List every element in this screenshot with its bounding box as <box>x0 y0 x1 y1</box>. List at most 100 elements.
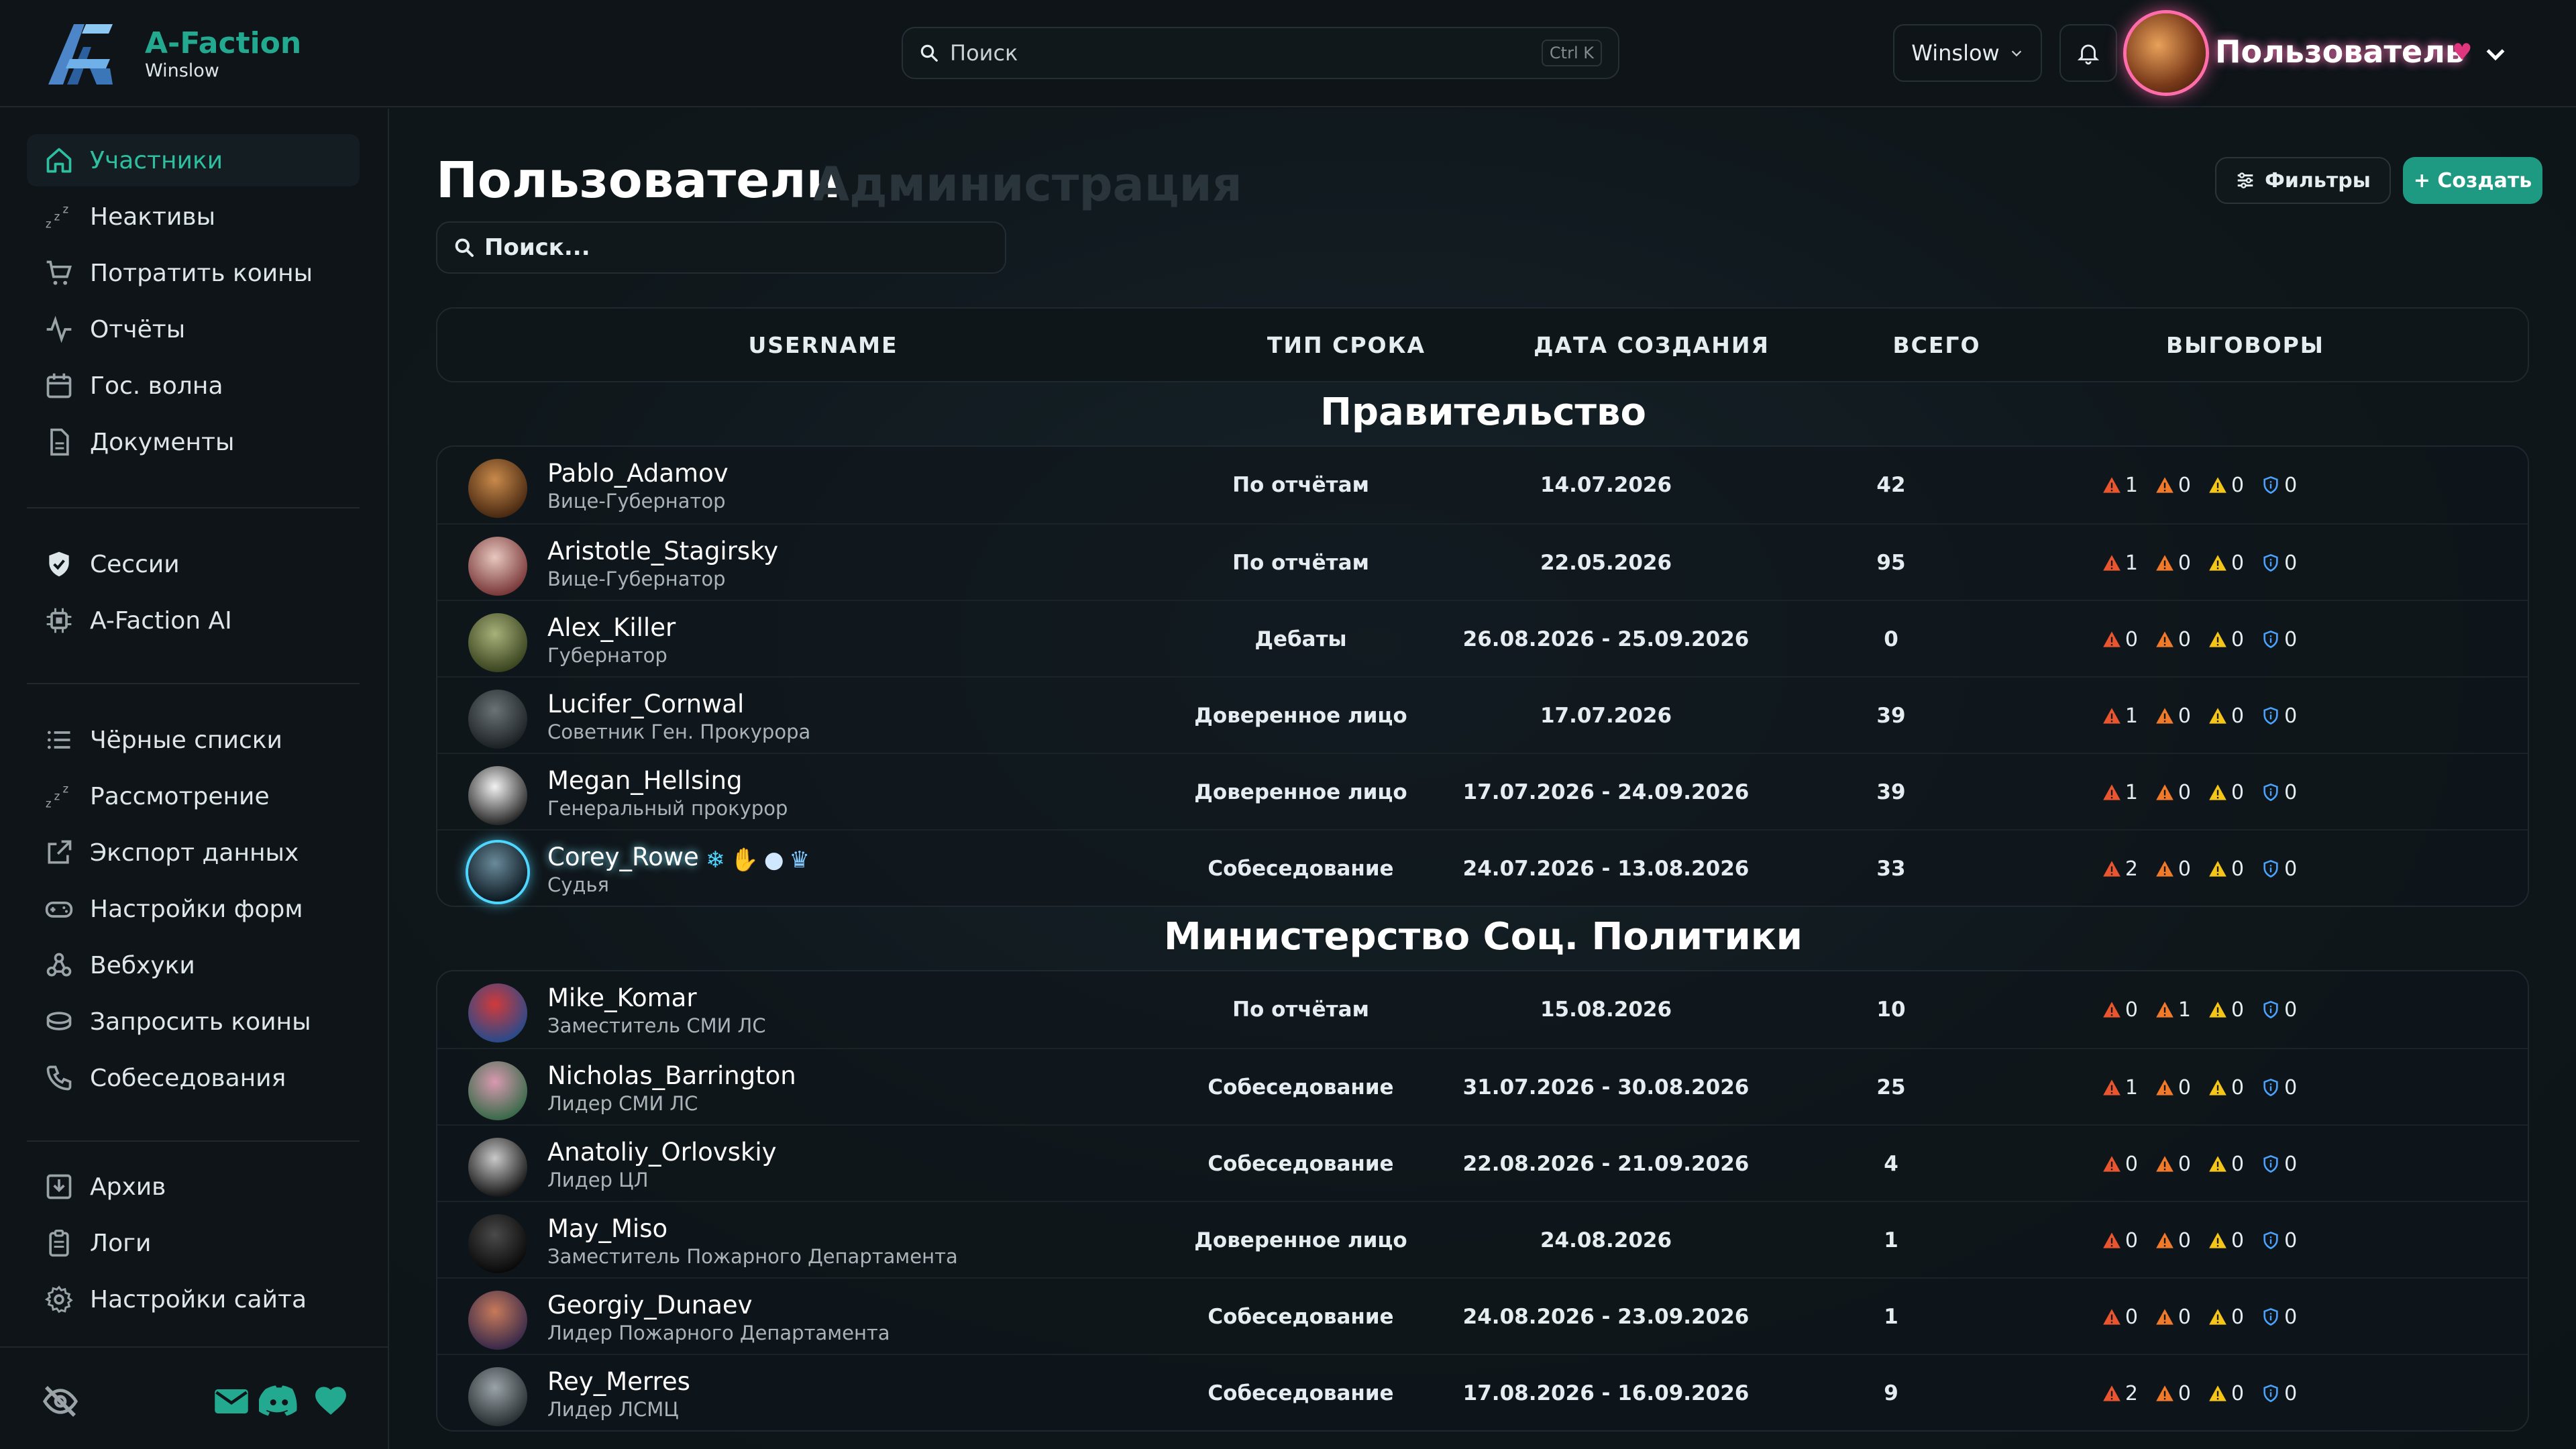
sidebar-item-group3-6[interactable]: Собеседования <box>27 1052 360 1104</box>
member-name[interactable]: Alex_Killer <box>547 613 676 642</box>
coins-icon <box>43 1006 75 1038</box>
avatar[interactable] <box>468 1138 527 1197</box>
table-row[interactable]: Megan_Hellsing Генеральный прокурор Довере… <box>437 753 2528 829</box>
table-row[interactable]: Pablo_Adamov Вице-Губернатор По отчётам 14.… <box>437 447 2528 523</box>
warning-orange-icon <box>2156 1156 2174 1172</box>
member-name[interactable]: Lucifer_Cornwal <box>547 690 744 718</box>
col-term-type[interactable]: ТИП СРОКА <box>1209 309 1484 381</box>
table-row[interactable]: Aristotle_Stagirsky Вице-Губернатор По отч… <box>437 523 2528 600</box>
home-icon <box>43 144 75 176</box>
avatar[interactable] <box>468 1291 527 1350</box>
col-username[interactable]: USERNAME <box>437 309 1209 381</box>
total-count: 9 <box>1884 1381 1898 1405</box>
table-row[interactable]: Georgiy_Dunaev Лидер Пожарного Департамен… <box>437 1277 2528 1354</box>
table-row[interactable]: Corey_Rowe Судья ❄ ✋ ● ♛ Собеседование 24.07.20… <box>437 829 2528 906</box>
sidebar-item-group3-2[interactable]: Экспорт данных <box>27 826 360 879</box>
brand[interactable]: A-Faction Winslow <box>145 27 301 82</box>
sidebar-item-group1-5[interactable]: Документы <box>27 416 360 468</box>
col-created-date[interactable]: ДАТА СОЗДАНИЯ <box>1484 309 1819 381</box>
created-date: 24.08.2026 - 23.09.2026 <box>1462 1305 1750 1329</box>
warning-yellow-icon <box>2209 1385 2226 1401</box>
shield-info-icon <box>2263 630 2278 649</box>
heart-icon[interactable] <box>313 1384 349 1416</box>
member-name[interactable]: Rey_Merres <box>547 1367 690 1396</box>
avatar[interactable] <box>468 537 527 596</box>
sidebar-item-label: A-Faction AI <box>90 606 232 635</box>
warning-count: 0 <box>2284 998 2298 1022</box>
sidebar-item-group4-0[interactable]: Архив <box>27 1161 360 1213</box>
member-name[interactable]: Pablo_Adamov <box>547 459 729 488</box>
table-row[interactable]: Mike_Komar Заместитель СМИ ЛС По отчётам 15… <box>437 971 2528 1048</box>
avatar[interactable] <box>468 613 527 672</box>
col-warnings[interactable]: ВЫГОВОРЫ <box>2054 309 2436 381</box>
sidebar-item-group1-4[interactable]: Гос. волна <box>27 360 360 412</box>
avatar[interactable] <box>468 690 527 749</box>
member-name[interactable]: Mike_Komar <box>547 983 697 1012</box>
sidebar-item-group1-2[interactable]: Потратить коины <box>27 247 360 299</box>
sidebar-item-label: Настройки форм <box>90 895 303 923</box>
table-row[interactable]: Lucifer_Cornwal Советник Ген. Прокурора До… <box>437 676 2528 753</box>
sidebar-item-group4-2[interactable]: Настройки сайта <box>27 1273 360 1326</box>
mail-icon[interactable] <box>213 1385 250 1417</box>
eye-off-icon[interactable] <box>39 1383 82 1420</box>
sidebar-item-group3-0[interactable]: Чёрные списки <box>27 714 360 766</box>
member-name[interactable]: Megan_Hellsing <box>547 766 742 795</box>
table-row[interactable]: May_Miso Заместитель Пожарного Департамен… <box>437 1201 2528 1277</box>
sidebar-item-group3-4[interactable]: Вебхуки <box>27 939 360 991</box>
member-name[interactable]: Corey_Rowe <box>547 843 699 871</box>
bell-icon <box>2077 44 2100 65</box>
sidebar-item-group4-1[interactable]: Логи <box>27 1217 360 1269</box>
member-name[interactable]: Nicholas_Barrington <box>547 1061 796 1090</box>
member-name[interactable]: May_Miso <box>547 1214 667 1243</box>
col-total[interactable]: ВСЕГО <box>1819 309 2054 381</box>
global-search-input[interactable]: Поиск Ctrl K <box>902 27 1619 79</box>
warning-count: 0 <box>2284 1305 2298 1329</box>
member-name[interactable]: Anatoliy_Orlovskiy <box>547 1138 777 1167</box>
sidebar-item-group3-3[interactable]: Настройки форм <box>27 883 360 935</box>
warning-orange-icon <box>2156 1079 2174 1095</box>
table-row[interactable]: Nicholas_Barrington Лидер СМИ ЛС Собеседов… <box>437 1048 2528 1124</box>
avatar[interactable] <box>468 1061 527 1120</box>
warning-red-icon <box>2102 1079 2121 1095</box>
sidebar-item-group1-3[interactable]: Отчёты <box>27 303 360 356</box>
users-search-placeholder: Поиск... <box>484 234 590 261</box>
user-name[interactable]: Пользователь <box>2215 34 2465 70</box>
sidebar-item-label: Настройки сайта <box>90 1285 307 1313</box>
avatar[interactable] <box>468 766 527 825</box>
group-table: Mike_Komar Заместитель СМИ ЛС По отчётам 15… <box>436 970 2529 1432</box>
sidebar-item-group2-1[interactable]: A-Faction AI <box>27 594 360 647</box>
table-row[interactable]: Rey_Merres Лидер ЛСМЦ Собеседование 17.08.2… <box>437 1354 2528 1430</box>
user-menu-chevron-icon[interactable] <box>2482 40 2509 67</box>
sidebar-item-group3-5[interactable]: Запросить коины <box>27 996 360 1048</box>
list-icon <box>43 724 75 756</box>
warning-red-icon <box>2102 631 2121 647</box>
warning-red-icon <box>2102 784 2121 800</box>
logo-icon[interactable] <box>43 17 117 91</box>
warning-count: 0 <box>2231 704 2245 728</box>
user-avatar[interactable] <box>2127 13 2206 93</box>
sidebar-item-group3-1[interactable]: z z z Рассмотрение <box>27 770 360 822</box>
avatar[interactable] <box>468 1367 527 1426</box>
filters-button[interactable]: Фильтры <box>2215 157 2391 204</box>
table-row[interactable]: Anatoliy_Orlovskiy Лидер ЦЛ Собеседование 2… <box>437 1124 2528 1201</box>
avatar[interactable] <box>468 983 527 1042</box>
member-name[interactable]: Georgiy_Dunaev <box>547 1291 753 1320</box>
table-row[interactable]: Alex_Killer Губернатор Дебаты 26.08.2026 - … <box>437 600 2528 676</box>
warning-yellow-icon <box>2209 1156 2226 1172</box>
sidebar-item-group2-0[interactable]: Сессии <box>27 538 360 590</box>
avatar[interactable] <box>468 843 527 902</box>
server-select[interactable]: Winslow <box>1893 24 2042 82</box>
sidebar-item-label: Документы <box>90 428 235 456</box>
sidebar-item-group1-0[interactable]: Участники <box>27 134 360 186</box>
users-search-input[interactable]: Поиск... <box>436 221 1006 274</box>
sidebar-item-group1-1[interactable]: z z z Неактивы <box>27 191 360 243</box>
notifications-button[interactable] <box>2059 24 2117 82</box>
created-date: 14.07.2026 <box>1540 473 1672 497</box>
create-button[interactable]: + Создать <box>2403 157 2542 204</box>
warning-count: 2 <box>2125 857 2138 881</box>
member-name[interactable]: Aristotle_Stagirsky <box>547 537 778 566</box>
sleep-icon: zzz <box>43 780 75 812</box>
discord-icon[interactable] <box>259 1383 299 1419</box>
avatar[interactable] <box>468 459 527 518</box>
avatar[interactable] <box>468 1214 527 1273</box>
